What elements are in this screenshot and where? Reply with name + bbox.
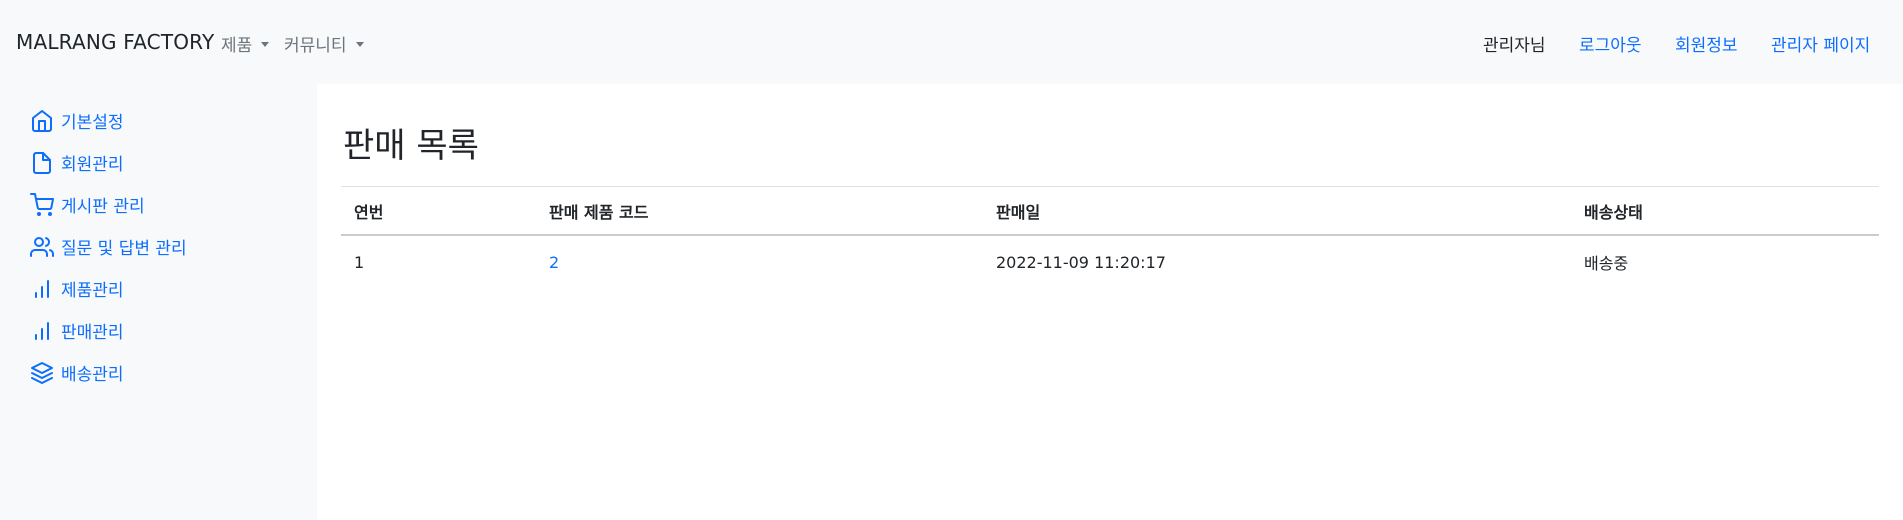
- caret-down-icon: [261, 42, 270, 47]
- sidebar-item-products[interactable]: 제품관리: [30, 276, 124, 301]
- sidebar-item-members[interactable]: 회원관리: [30, 150, 124, 175]
- sales-table: 연번 판매 제품 코드 판매일 배송상태 1 2 2022-11-09 11:2…: [341, 187, 1879, 288]
- file-icon: [33, 151, 51, 174]
- home-icon: [32, 109, 52, 132]
- sidebar-item-label: 기본설정: [61, 113, 124, 133]
- nav-dropdown-products-label: 제품: [221, 36, 253, 56]
- shopping-cart-icon: [30, 192, 54, 216]
- logout-link[interactable]: 로그아웃: [1579, 31, 1642, 56]
- main-content: 판매 목록 연번 판매 제품 코드 판매일 배송상태 1 2 2022-11-0…: [317, 84, 1903, 520]
- cell-sale-date: 2022-11-09 11:20:17: [996, 252, 1166, 272]
- cell-delivery-status: 배송중: [1584, 254, 1629, 273]
- user-greeting: 관리자님: [1483, 36, 1546, 56]
- column-header-delivery-status: 배송상태: [1584, 202, 1643, 222]
- sidebar-item-qna[interactable]: 질문 및 답변 관리: [30, 234, 187, 259]
- column-header-index: 연번: [354, 202, 384, 222]
- sidebar-item-basic-settings[interactable]: 기본설정: [30, 108, 124, 133]
- top-navbar: MALRANG FACTORY 제품 커뮤니티 관리자님 로그아웃 회원정보 관…: [0, 0, 1903, 84]
- brand-logo[interactable]: MALRANG FACTORY: [16, 30, 214, 54]
- sidebar-item-label: 판매관리: [61, 323, 124, 343]
- layers-icon: [31, 361, 53, 384]
- nav-dropdown-community[interactable]: 커뮤니티: [284, 31, 364, 56]
- product-code-link[interactable]: 2: [549, 236, 559, 288]
- cell-index: 1: [354, 252, 365, 272]
- sidebar-item-board[interactable]: 게시판 관리: [30, 192, 145, 217]
- member-info-link[interactable]: 회원정보: [1675, 31, 1738, 56]
- page-title: 판매 목록: [343, 126, 479, 166]
- nav-dropdown-products[interactable]: 제품: [221, 31, 270, 56]
- nav-dropdown-community-label: 커뮤니티: [284, 36, 347, 56]
- sidebar-item-label: 배송관리: [61, 365, 124, 385]
- sidebar-item-delivery[interactable]: 배송관리: [30, 360, 124, 385]
- sidebar-item-label: 게시판 관리: [61, 197, 145, 217]
- sidebar-item-label: 질문 및 답변 관리: [61, 239, 187, 259]
- bar-chart-icon: [35, 279, 49, 298]
- sidebar-item-sales[interactable]: 판매관리: [30, 318, 124, 343]
- column-header-sale-date: 판매일: [996, 202, 1041, 222]
- sidebar: 기본설정 회원관리 게시판 관리 질문 및 답변 관리 제품관리 판매관리 배송…: [0, 84, 317, 520]
- admin-page-link[interactable]: 관리자 페이지: [1771, 31, 1870, 56]
- users-icon: [30, 236, 54, 257]
- table-header-row: 연번 판매 제품 코드 판매일 배송상태: [341, 187, 1879, 236]
- bar-chart-icon: [35, 321, 49, 340]
- sidebar-item-label: 회원관리: [61, 155, 124, 175]
- column-header-product-code: 판매 제품 코드: [549, 202, 649, 222]
- caret-down-icon: [355, 42, 364, 47]
- sidebar-item-label: 제품관리: [61, 281, 124, 301]
- table-row: 1 2 2022-11-09 11:20:17 배송중: [341, 236, 1879, 288]
